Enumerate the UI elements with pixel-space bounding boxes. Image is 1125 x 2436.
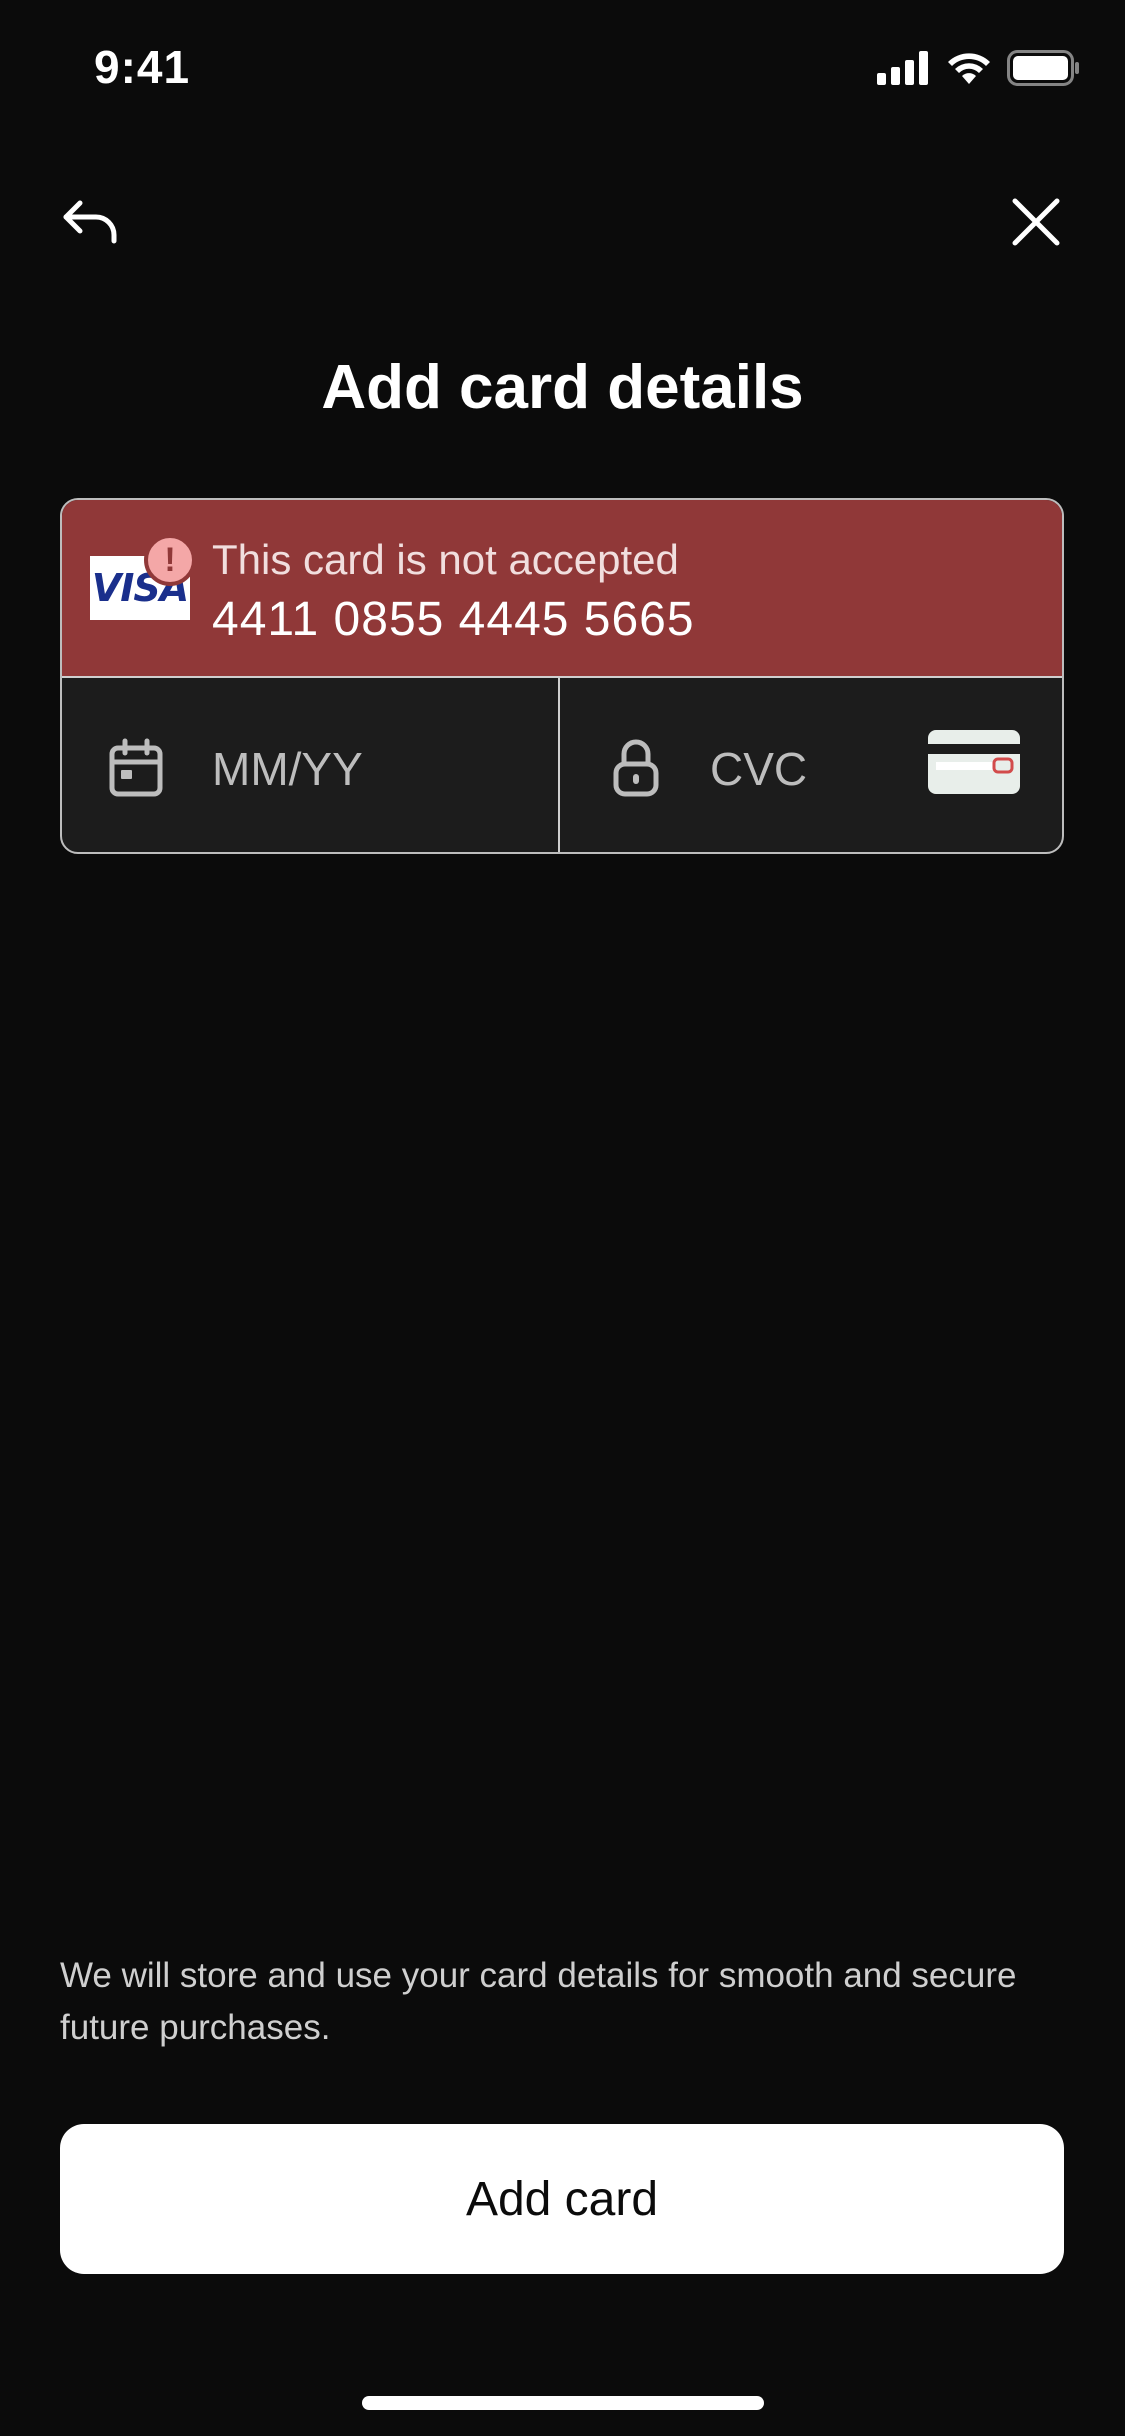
card-number-field[interactable]: VISA ! This card is not accepted 4411 08…	[62, 500, 1062, 678]
status-time: 9:41	[94, 41, 191, 93]
cellular-signal-icon	[877, 51, 928, 85]
lock-icon	[613, 739, 659, 797]
calendar-icon	[109, 738, 163, 797]
cvc-placeholder: CVC	[710, 743, 808, 795]
status-bar: 9:41	[0, 0, 1125, 140]
back-button[interactable]	[58, 190, 122, 254]
expiry-field[interactable]: MM/YY	[62, 678, 560, 852]
card-back-icon	[928, 730, 1020, 794]
card-form: VISA ! This card is not accepted 4411 08…	[60, 498, 1064, 854]
close-icon	[1012, 198, 1060, 246]
home-indicator	[362, 2396, 764, 2410]
wifi-icon	[948, 53, 990, 84]
card-error-message: This card is not accepted	[212, 536, 679, 583]
status-icons	[877, 50, 1081, 86]
back-arrow-icon	[63, 200, 117, 244]
cvc-field[interactable]: CVC	[560, 678, 1062, 852]
battery-icon	[1007, 50, 1079, 86]
card-number-value: 4411 0855 4445 5665	[212, 593, 695, 646]
error-icon: !	[144, 534, 196, 586]
close-button[interactable]	[1004, 190, 1068, 254]
add-card-button[interactable]: Add card	[60, 2124, 1064, 2274]
page-title: Add card details	[321, 353, 804, 422]
storage-note: We will store and use your card details …	[60, 1956, 1017, 2047]
expiry-placeholder: MM/YY	[212, 743, 363, 795]
